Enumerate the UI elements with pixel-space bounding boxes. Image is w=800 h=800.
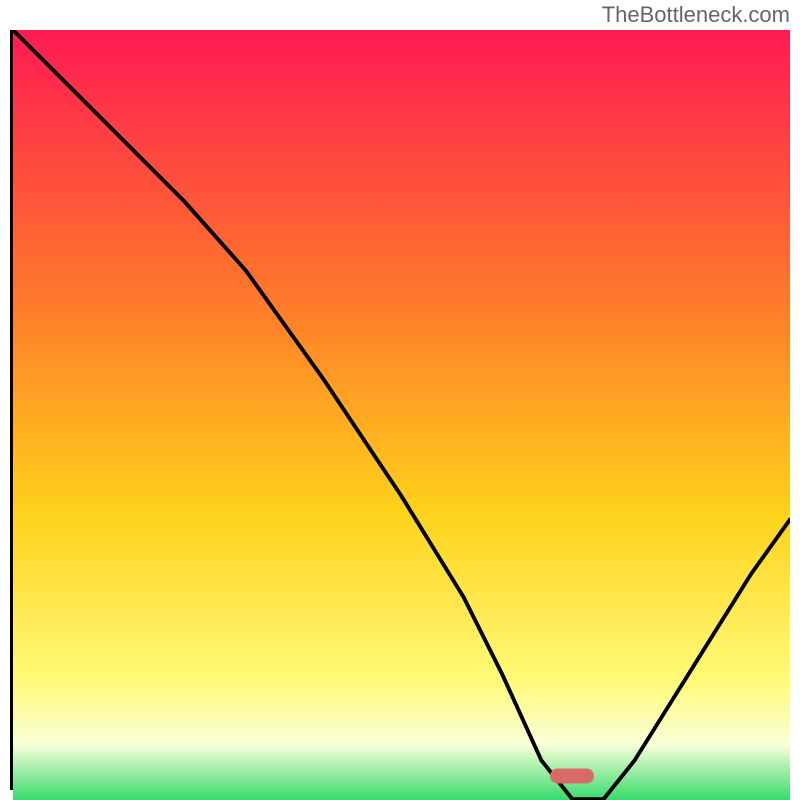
curve-layer (13, 30, 790, 800)
bottleneck-curve (13, 30, 790, 799)
watermark-label: TheBottleneck.com (602, 2, 790, 28)
plot-area (10, 30, 790, 790)
optimal-marker (550, 768, 594, 783)
chart-viewport: TheBottleneck.com (0, 0, 800, 800)
